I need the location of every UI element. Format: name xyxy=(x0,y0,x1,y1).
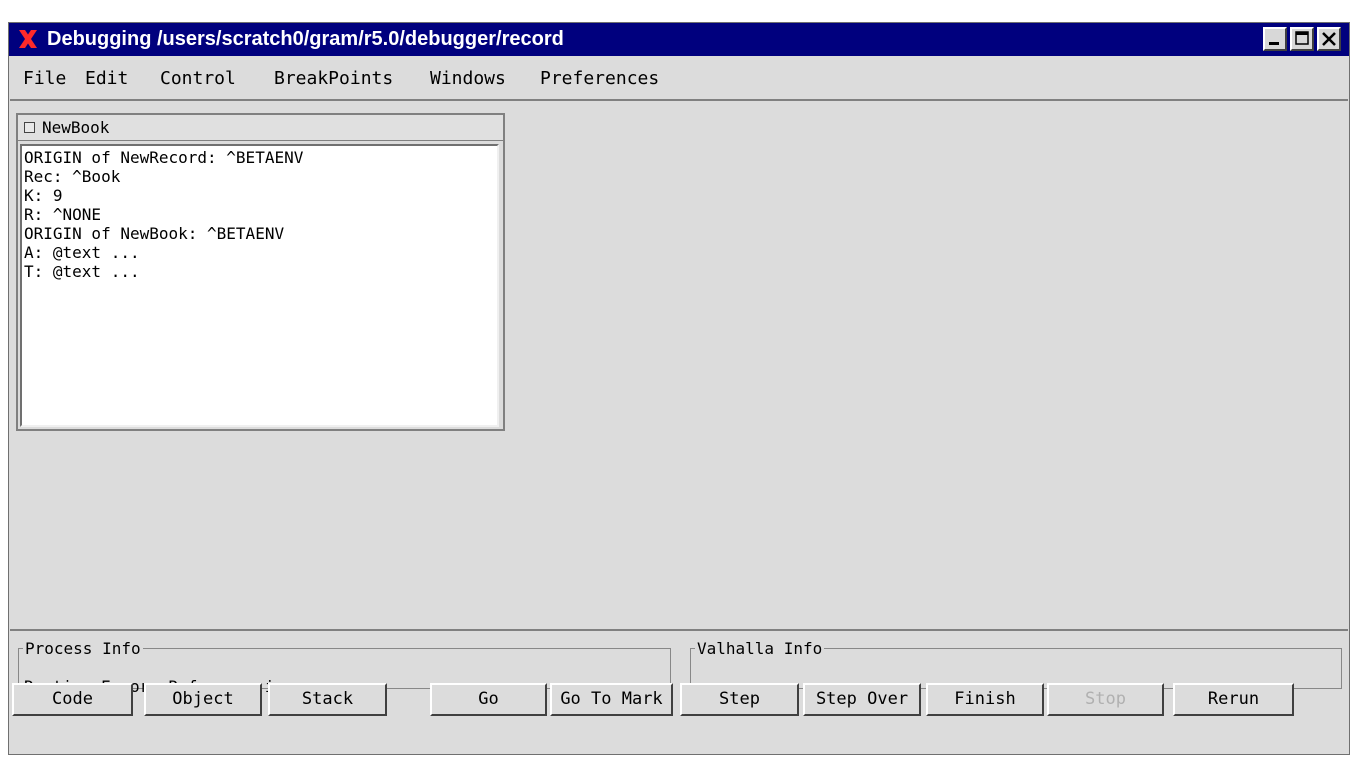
menu-windows[interactable]: Windows xyxy=(430,68,506,89)
object-viewer-title: NewBook xyxy=(42,118,110,137)
object-viewer-titlebar[interactable]: NewBook xyxy=(18,115,503,141)
window-title: Debugging /users/scratch0/gram/r5.0/debu… xyxy=(47,28,564,50)
object-line[interactable]: ORIGIN of NewRecord: ^BETAENV xyxy=(24,148,495,167)
menu-edit[interactable]: Edit xyxy=(85,68,128,89)
menu-bar: File Edit Control BreakPoints Windows Pr… xyxy=(10,57,1348,101)
menu-breakpoints[interactable]: BreakPoints xyxy=(274,68,393,89)
object-line[interactable]: R: ^NONE xyxy=(24,205,495,224)
maximize-icon xyxy=(1295,31,1309,45)
object-button[interactable]: Object xyxy=(144,683,262,716)
stop-button: Stop xyxy=(1047,683,1164,716)
menu-file[interactable]: File xyxy=(23,68,66,89)
minimize-icon xyxy=(1269,42,1279,45)
close-icon xyxy=(1322,32,1336,46)
minimize-button[interactable] xyxy=(1263,27,1287,51)
debugger-window: Debugging /users/scratch0/gram/r5.0/debu… xyxy=(8,22,1350,755)
title-bar[interactable]: Debugging /users/scratch0/gram/r5.0/debu… xyxy=(9,23,1349,56)
step-button[interactable]: Step xyxy=(680,683,799,716)
process-info-group: Process Info Runtime Error: Reference is… xyxy=(18,639,671,696)
object-line[interactable]: Rec: ^Book xyxy=(24,167,495,186)
finish-button[interactable]: Finish xyxy=(926,683,1044,716)
object-line[interactable]: K: 9 xyxy=(24,186,495,205)
go-button[interactable]: Go xyxy=(430,683,547,716)
object-line[interactable]: ORIGIN of NewBook: ^BETAENV xyxy=(24,224,495,243)
object-workspace: NewBook ORIGIN of NewRecord: ^BETAENV Re… xyxy=(10,103,1348,629)
menu-control[interactable]: Control xyxy=(160,68,236,89)
close-button[interactable] xyxy=(1317,27,1341,51)
object-line[interactable]: T: @text ... xyxy=(24,262,495,281)
code-button[interactable]: Code xyxy=(12,683,133,716)
stack-button[interactable]: Stack xyxy=(268,683,387,716)
rerun-button[interactable]: Rerun xyxy=(1173,683,1294,716)
maximize-button[interactable] xyxy=(1290,27,1314,51)
object-viewer-window[interactable]: NewBook ORIGIN of NewRecord: ^BETAENV Re… xyxy=(16,113,505,431)
go-to-mark-button[interactable]: Go To Mark xyxy=(550,683,673,716)
collapse-checkbox-icon[interactable] xyxy=(24,122,35,133)
step-over-button[interactable]: Step Over xyxy=(803,683,921,716)
valhalla-info-group: Valhalla Info xyxy=(690,639,1342,689)
x-logo-icon xyxy=(19,30,37,48)
valhalla-info-label: Valhalla Info xyxy=(697,639,823,658)
object-line[interactable]: A: @text ... xyxy=(24,243,495,262)
object-content-area[interactable]: ORIGIN of NewRecord: ^BETAENV Rec: ^Book… xyxy=(20,144,499,427)
menu-preferences[interactable]: Preferences xyxy=(540,68,659,89)
process-info-label: Process Info xyxy=(25,639,141,658)
